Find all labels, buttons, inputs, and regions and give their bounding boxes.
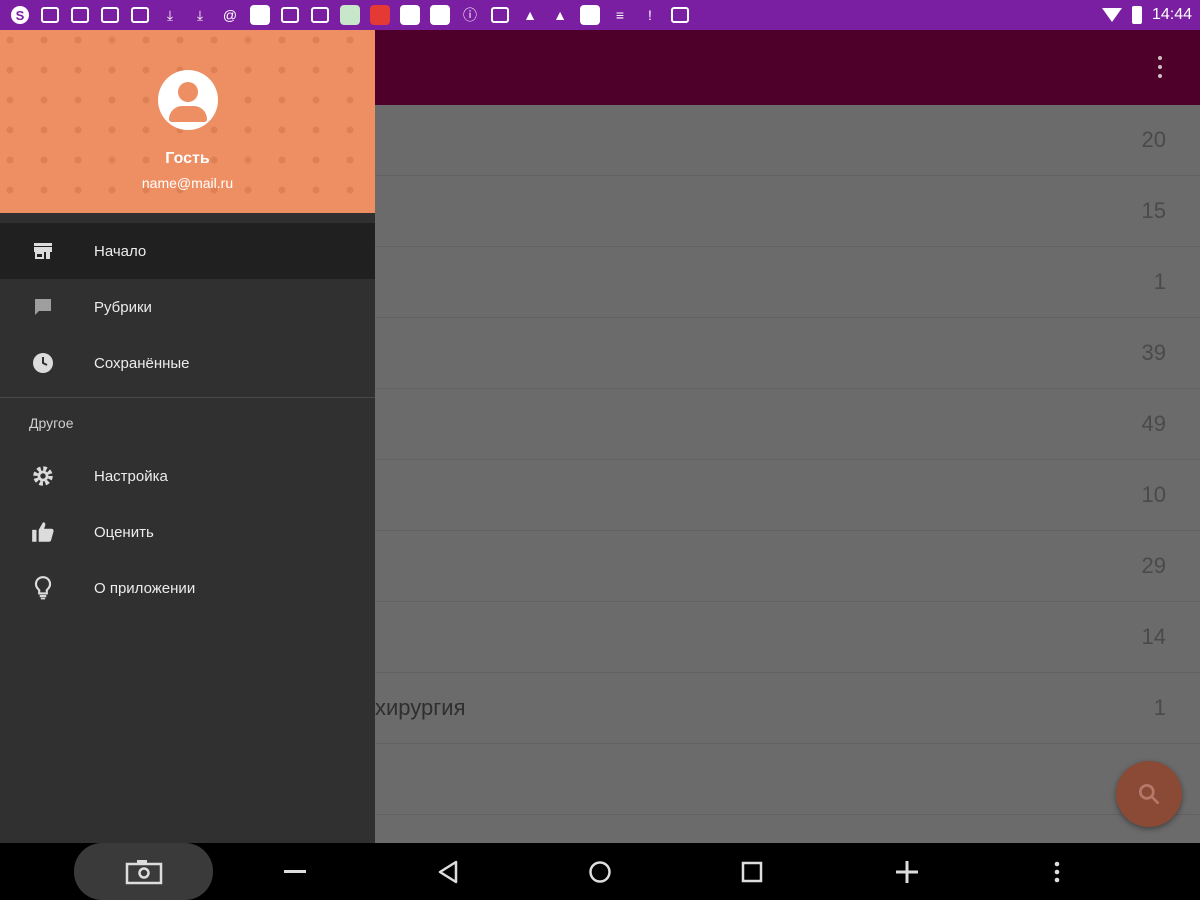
user-name: Гость	[165, 150, 210, 167]
app-icon	[428, 4, 452, 26]
drawer-item-label: О приложении	[94, 579, 196, 597]
drawer-item-rate[interactable]: Оценить	[0, 504, 375, 560]
download-icon: ⤓	[196, 6, 204, 23]
comment-icon	[30, 294, 56, 320]
recents-icon	[741, 861, 763, 882]
status-right: 14:44	[1101, 6, 1192, 24]
status-bar: S ⤓ ⤓ @ ⓘ ▲ ▲ ≡ ! 14:44	[0, 0, 1200, 30]
notification-icons: S ⤓ ⤓ @ ⓘ ▲ ▲ ≡ !	[8, 4, 692, 26]
store-icon	[368, 4, 392, 26]
image-icon	[128, 4, 152, 26]
drawer-item-label: Сохранённые	[94, 354, 190, 372]
drawer-item-label: Оценить	[94, 523, 154, 541]
drawer-scrim[interactable]	[375, 30, 1200, 843]
screenshot-button[interactable]	[74, 843, 213, 900]
drawer-item-saved[interactable]: Сохранённые	[0, 335, 375, 391]
gear-icon	[30, 463, 56, 489]
drawer-item-categories[interactable]: Рубрики	[0, 279, 375, 335]
minus-icon	[284, 869, 306, 873]
avatar[interactable]	[158, 70, 218, 130]
home-icon	[589, 860, 611, 883]
drawer-item-label: Начало	[94, 242, 147, 260]
photo-icon	[308, 4, 332, 26]
wifi-icon	[1101, 8, 1122, 22]
battery-icon	[1131, 6, 1142, 24]
lightbulb-icon	[30, 575, 56, 601]
app-icon	[398, 4, 422, 26]
app-icon	[248, 4, 272, 26]
drawer-item-about[interactable]: О приложении	[0, 560, 375, 616]
svg-text:S: S	[16, 8, 25, 23]
mail-icon	[98, 4, 122, 26]
skype-icon: S	[8, 4, 32, 26]
drawer-item-label: Рубрики	[94, 298, 152, 316]
photos-icon	[668, 4, 692, 26]
download-icon: ⤓	[166, 6, 174, 23]
volume-down-button[interactable]	[270, 843, 320, 900]
navigation-drawer: Гость name@mail.ru Начало Рубрики Сохран…	[0, 30, 375, 843]
info-icon: ⓘ	[463, 7, 477, 23]
more-button[interactable]	[1032, 843, 1082, 900]
game-icon	[338, 4, 362, 26]
screenshot-icon	[125, 859, 162, 884]
back-icon	[438, 860, 458, 883]
drawer-item-home[interactable]: Начало	[0, 223, 375, 279]
list-icon: ≡	[615, 7, 625, 23]
volume-up-button[interactable]	[882, 843, 932, 900]
drawer-item-settings[interactable]: Настройка	[0, 448, 375, 504]
drawer-section-title: Другое	[29, 415, 74, 431]
back-button[interactable]	[423, 843, 473, 900]
clock-icon	[30, 350, 56, 376]
recents-button[interactable]	[727, 843, 777, 900]
drawer-item-label: Настройка	[94, 467, 168, 485]
clock: 14:44	[1151, 6, 1192, 23]
system-nav-bar	[0, 843, 1200, 900]
at-icon: @	[222, 7, 238, 23]
user-email: name@mail.ru	[141, 175, 234, 191]
store-icon	[30, 238, 56, 264]
home-button[interactable]	[575, 843, 625, 900]
note-icon	[488, 4, 512, 26]
plus-icon	[896, 860, 918, 883]
cleaner-icon: ▲	[553, 7, 567, 23]
alert-icon: !	[648, 7, 652, 23]
mail-icon	[38, 4, 62, 26]
thumbs-up-icon	[30, 519, 56, 545]
app-icon	[578, 4, 602, 26]
mail-icon	[278, 4, 302, 26]
drawer-header: Гость name@mail.ru	[0, 30, 375, 213]
more-vert-icon	[1054, 861, 1060, 882]
mail-icon	[68, 4, 92, 26]
cleaner-icon: ▲	[523, 7, 537, 23]
